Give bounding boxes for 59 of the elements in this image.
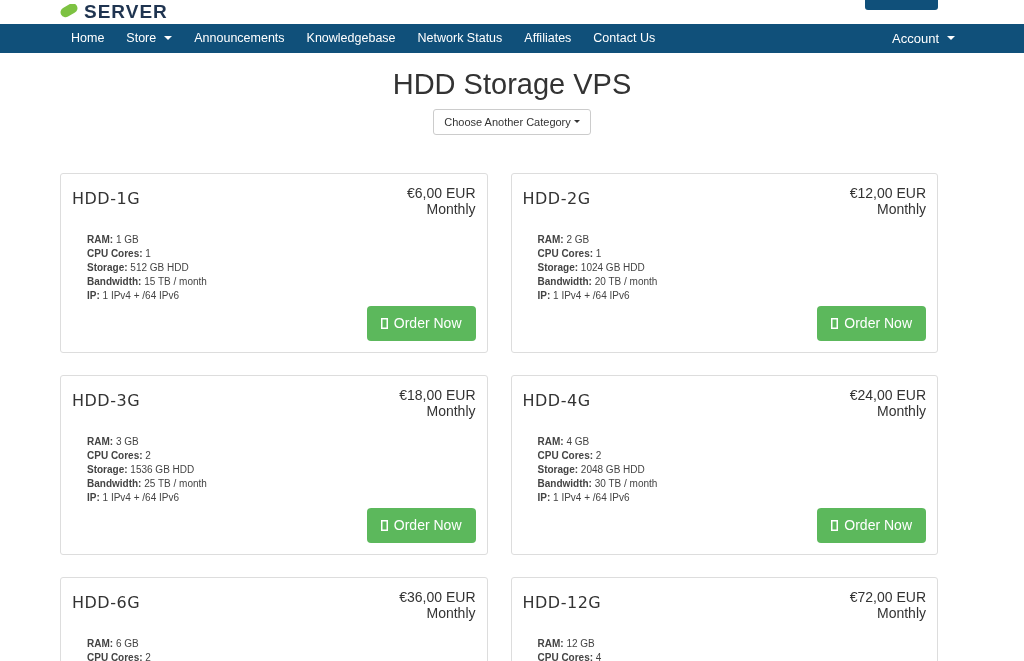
nav-link[interactable]: Contact Us xyxy=(582,29,667,48)
feature-text: RAM: 12 GB xyxy=(537,637,596,651)
billing-cycle: Monthly xyxy=(876,403,926,419)
product-price: €36,00 EUR xyxy=(399,589,476,605)
feature-text: CPU Cores: 2 xyxy=(87,651,152,661)
account-menu[interactable]: Account xyxy=(881,28,966,49)
caret-icon xyxy=(573,120,580,124)
nav-link[interactable]: Network Status xyxy=(406,29,514,48)
nav-link[interactable]: Affiliates xyxy=(513,29,583,48)
feature-text: Storage: 512 GB HDD xyxy=(87,261,190,275)
product-price: €6,00 EUR xyxy=(407,185,476,201)
feature-text: IP: 1 IPv4 + /64 IPv6 xyxy=(537,289,631,303)
feature-text: Bandwidth: 20 TB / month xyxy=(537,275,659,289)
billing-cycle: Monthly xyxy=(426,605,476,621)
phone-icon xyxy=(831,318,839,329)
product-name: HDD-6G xyxy=(72,592,141,614)
feature-text: CPU Cores: 1 xyxy=(87,247,152,261)
feature-text: IP: 1 IPv4 + /64 IPv6 xyxy=(87,491,180,505)
product-price: €24,00 EUR xyxy=(849,387,926,403)
product-price: €12,00 EUR xyxy=(849,185,926,201)
nav-link[interactable]: Announcements xyxy=(183,29,296,48)
logo-text: SERVER xyxy=(84,2,168,22)
phone-icon xyxy=(380,318,388,329)
phone-icon xyxy=(380,520,388,531)
product-name: HDD-4G xyxy=(522,390,591,412)
feature-text: RAM: 1 GB xyxy=(87,233,140,247)
feature-text: IP: 1 IPv4 + /64 IPv6 xyxy=(537,491,631,505)
feature-text: Bandwidth: 30 TB / month xyxy=(537,477,659,491)
feature-text: RAM: 6 GB xyxy=(87,637,140,651)
nav-link[interactable]: Store xyxy=(115,29,184,48)
feature-text: IP: 1 IPv4 + /64 IPv6 xyxy=(87,289,180,303)
feature-text: Bandwidth: 15 TB / month xyxy=(87,275,208,289)
product-name: HDD-1G xyxy=(72,188,141,210)
product-price: €72,00 EUR xyxy=(849,589,926,605)
nav-link[interactable]: Home xyxy=(60,29,116,48)
page-title: HDD Storage VPS xyxy=(392,67,632,101)
product-price: €18,00 EUR xyxy=(399,387,476,403)
feature-text: CPU Cores: 4 xyxy=(537,651,603,661)
product-name: HDD-2G xyxy=(522,188,591,210)
feature-text: CPU Cores: 1 xyxy=(537,247,603,261)
feature-text: RAM: 4 GB xyxy=(537,435,591,449)
logo-icon xyxy=(60,4,80,20)
feature-text: Bandwidth: 25 TB / month xyxy=(87,477,208,491)
feature-text: Storage: 2048 GB HDD xyxy=(537,463,646,477)
feature-text: RAM: 3 GB xyxy=(87,435,140,449)
billing-cycle: Monthly xyxy=(426,201,476,217)
feature-text: RAM: 2 GB xyxy=(537,233,591,247)
feature-text: Storage: 1024 GB HDD xyxy=(537,261,646,275)
billing-cycle: Monthly xyxy=(876,201,926,217)
billing-cycle: Monthly xyxy=(876,605,926,621)
product-name: HDD-12G xyxy=(522,592,602,614)
feature-text: CPU Cores: 2 xyxy=(537,449,603,463)
billing-cycle: Monthly xyxy=(426,403,476,419)
category-dropdown[interactable]: Choose Another Category xyxy=(433,109,591,135)
nav-link[interactable]: Knowledgebase xyxy=(295,29,407,48)
feature-text: Storage: 1536 GB HDD xyxy=(87,463,196,477)
phone-icon xyxy=(831,520,839,531)
product-name: HDD-3G xyxy=(72,390,141,412)
feature-text: CPU Cores: 2 xyxy=(87,449,152,463)
